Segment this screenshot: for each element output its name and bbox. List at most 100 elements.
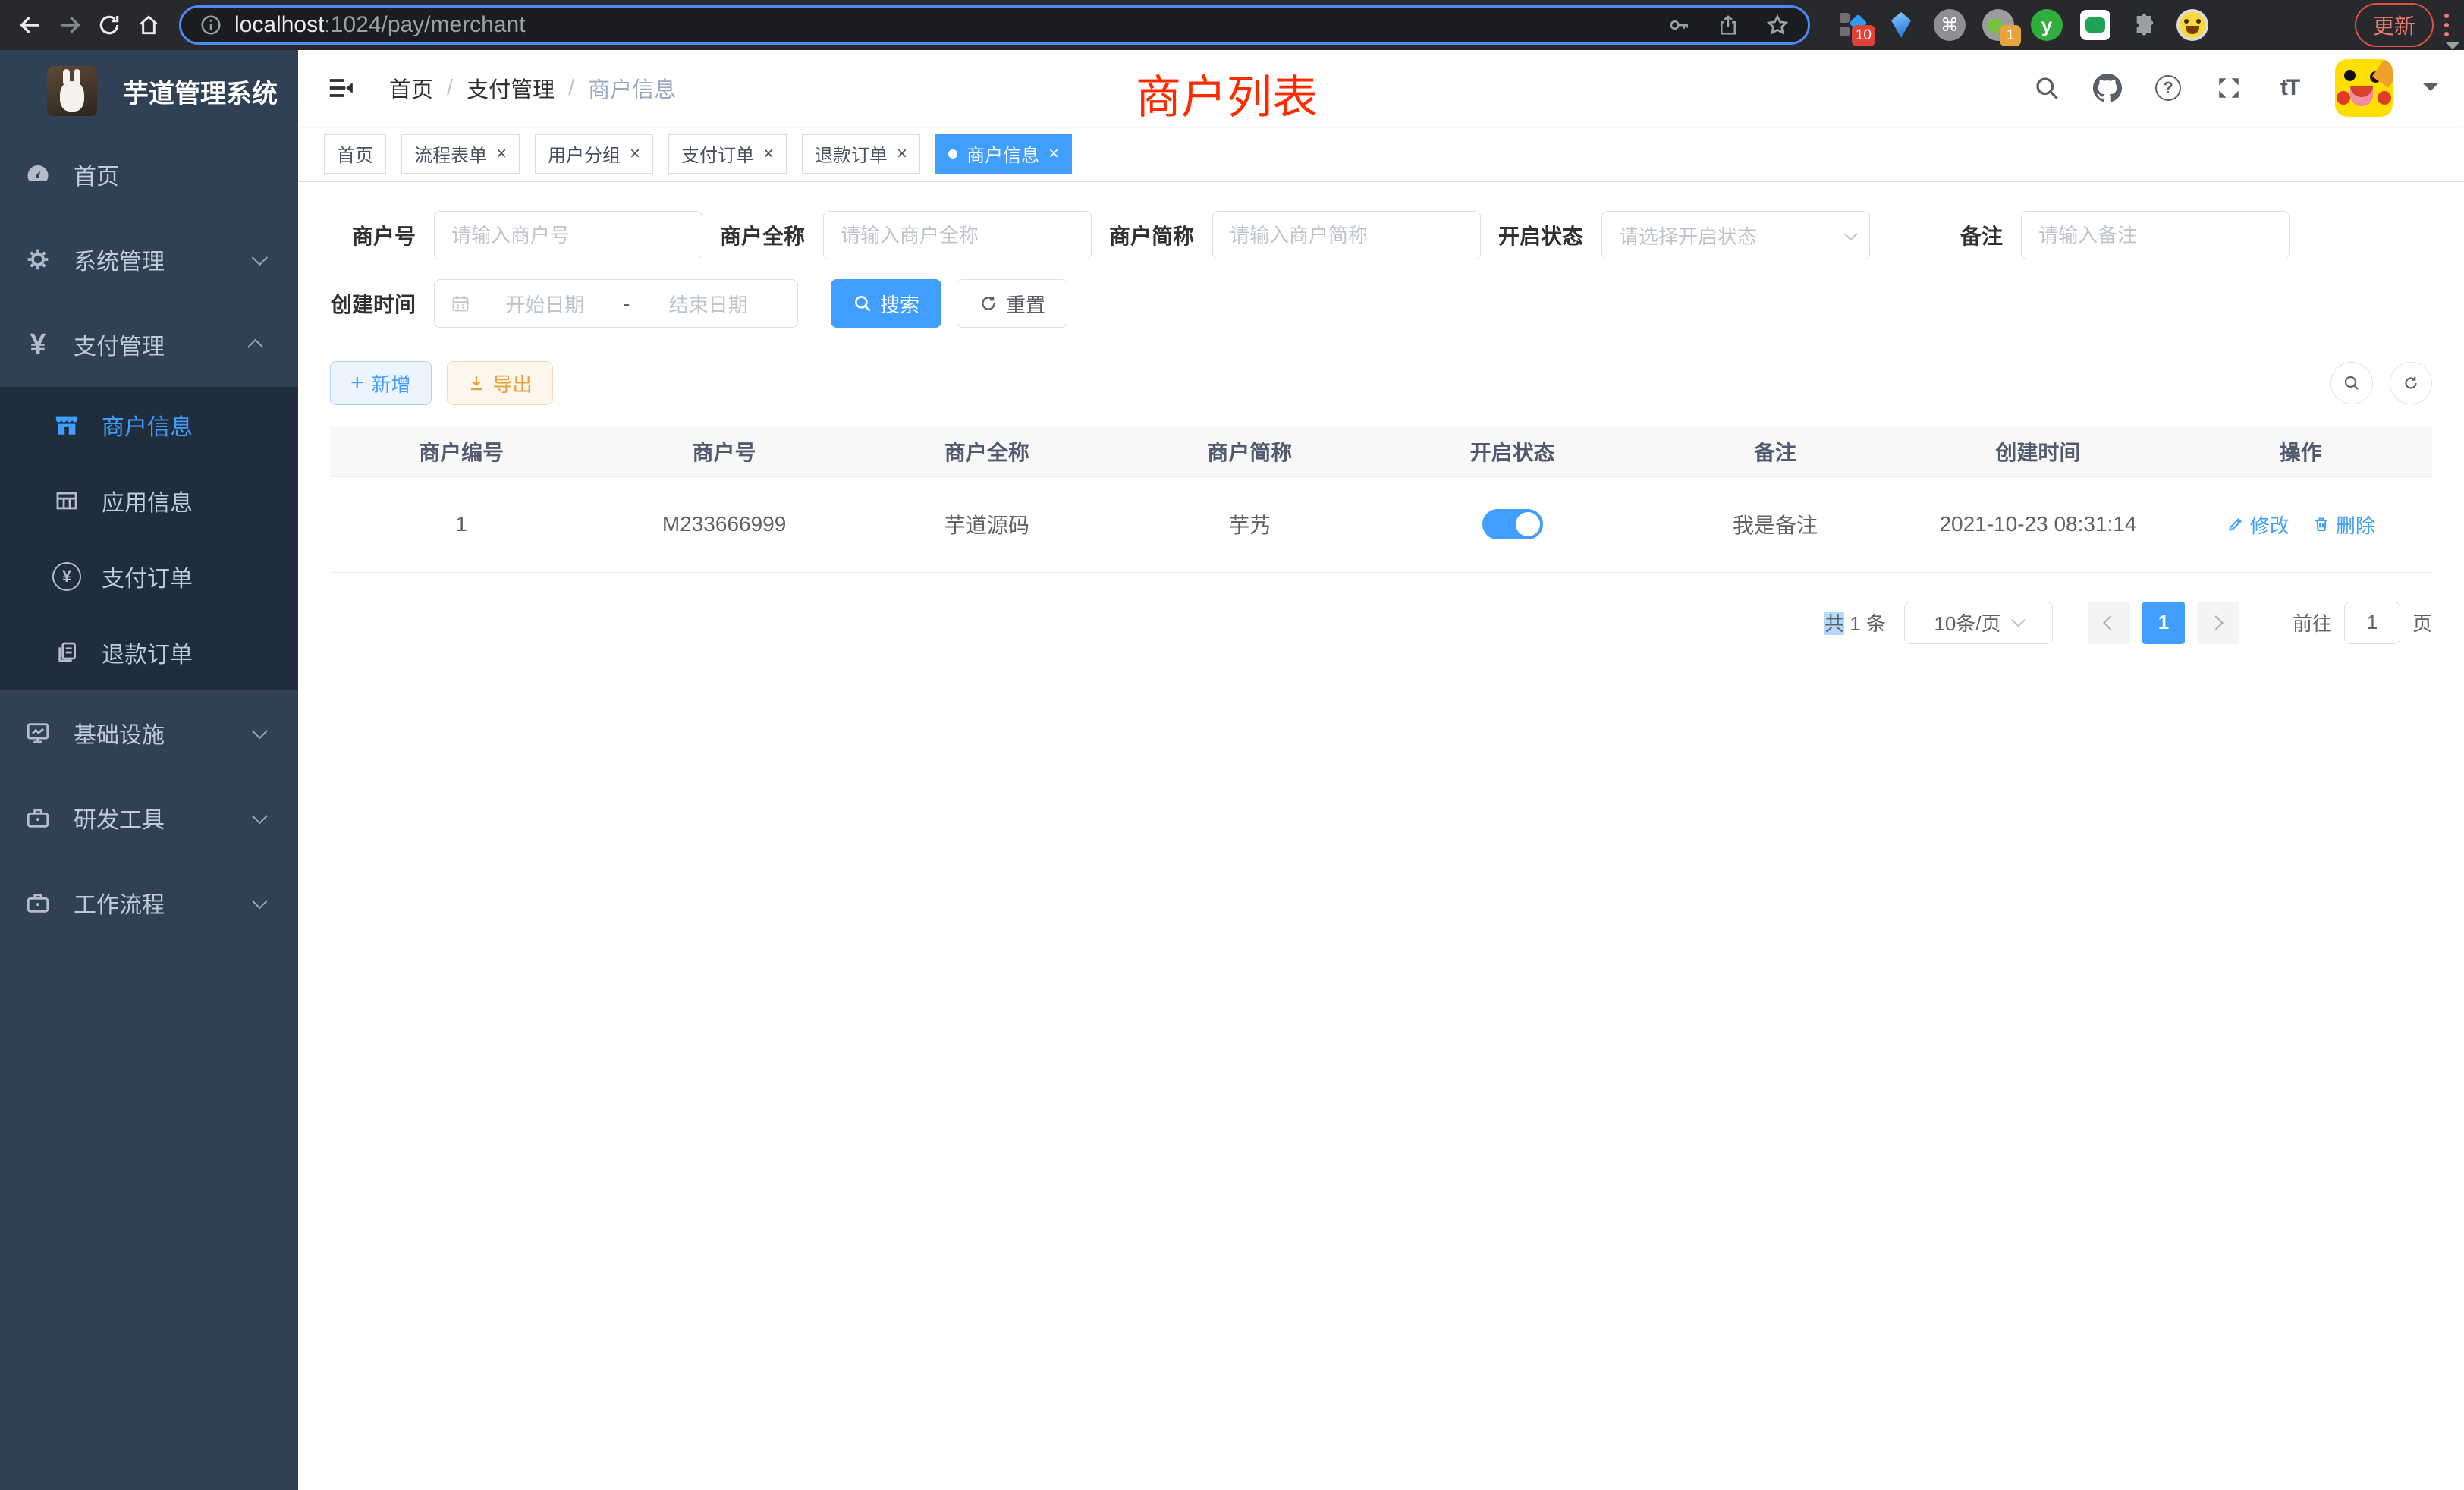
sidebar-logo[interactable]: 芋道管理系统 (0, 50, 298, 132)
extension-emoji-icon[interactable] (2176, 8, 2209, 42)
site-info-icon[interactable] (200, 14, 222, 36)
add-button[interactable]: + 新增 (330, 361, 432, 405)
fullscreen-button[interactable] (2214, 73, 2244, 103)
close-icon[interactable]: × (630, 145, 640, 163)
search-icon (853, 294, 872, 313)
extension-grid-icon[interactable]: 10 (1836, 8, 1869, 42)
prev-page-button[interactable] (2088, 602, 2130, 644)
share-icon[interactable] (1717, 13, 1740, 37)
col-create-time: 创建时间 (1906, 426, 2169, 476)
reset-button[interactable]: 重置 (957, 279, 1067, 328)
col-actions: 操作 (2170, 426, 2432, 476)
close-icon[interactable]: × (763, 145, 774, 163)
bookmark-star-icon[interactable] (1765, 13, 1790, 37)
status-select[interactable]: 请选择开启状态 (1601, 211, 1870, 259)
extension-y-icon[interactable]: y (2030, 8, 2063, 42)
home-icon (137, 13, 161, 37)
sidebar-item-pay-order[interactable]: ¥ 支付订单 (0, 539, 298, 615)
table-header-row: 商户编号 商户号 商户全称 商户简称 开启状态 备注 创建时间 操作 (330, 426, 2432, 476)
edit-pencil-icon (2227, 515, 2245, 533)
extension-badge: 10 (1852, 25, 1875, 46)
sidebar-item-devtools[interactable]: 研发工具 (0, 775, 298, 860)
delete-link[interactable]: 删除 (2312, 511, 2375, 539)
browser-reload-button[interactable] (90, 5, 129, 45)
next-page-button[interactable] (2197, 602, 2239, 644)
page-size-select[interactable]: 10条/页 (1904, 602, 2053, 644)
extension-profile-icon[interactable]: 1 (1982, 8, 2015, 42)
chrome-update-button[interactable]: 更新 (2355, 3, 2434, 47)
create-time-range-picker[interactable]: 开始日期 - 结束日期 (434, 279, 798, 328)
sidebar-item-infra[interactable]: 基础设施 (0, 690, 298, 775)
sidebar-item-system[interactable]: 系统管理 (0, 217, 298, 302)
monitor-chart-icon (23, 718, 53, 748)
chevron-down-icon (252, 723, 268, 739)
chevron-up-icon (247, 338, 263, 354)
tab-merchant-info[interactable]: 商户信息× (935, 134, 1072, 174)
end-date-placeholder[interactable]: 结束日期 (634, 290, 782, 318)
remark-input[interactable] (2021, 211, 2290, 259)
tab-user-group[interactable]: 用户分组× (535, 134, 653, 174)
sidebar-item-refund-order[interactable]: 退款订单 (0, 615, 298, 690)
user-avatar[interactable] (2335, 59, 2393, 117)
browser-home-button[interactable] (129, 5, 168, 45)
close-icon[interactable]: × (897, 145, 907, 163)
export-button[interactable]: 导出 (447, 361, 553, 405)
search-button[interactable]: 搜索 (831, 279, 941, 328)
tab-home[interactable]: 首页 (324, 134, 386, 174)
extension-command-icon[interactable]: ⌘ (1933, 8, 1966, 42)
tab-refund-order[interactable]: 退款订单× (802, 134, 920, 174)
address-bar[interactable]: localhost:1024/pay/merchant (179, 5, 1810, 45)
sidebar-collapse-button[interactable] (324, 71, 357, 105)
short-name-input[interactable] (1212, 211, 1481, 259)
header-search-button[interactable] (2032, 73, 2062, 103)
pagination: 共 1 条 10条/页 1 前往 页 (330, 602, 2432, 644)
close-icon[interactable]: × (496, 145, 507, 163)
briefcase-icon (23, 803, 53, 833)
browser-forward-button[interactable] (50, 5, 90, 45)
briefcase-icon (23, 888, 53, 918)
extension-chat-icon[interactable] (2079, 8, 2112, 42)
merchant-no-input[interactable] (434, 211, 702, 259)
full-name-input[interactable] (823, 211, 1092, 259)
goto-page-input[interactable] (2344, 602, 2400, 644)
chevron-down-icon (2011, 613, 2025, 627)
close-icon[interactable]: × (1048, 145, 1059, 163)
extensions-puzzle-button[interactable] (2127, 8, 2161, 42)
browser-back-button[interactable] (11, 5, 50, 45)
overflow-caret-icon (2446, 42, 2459, 56)
top-navbar: 首页 / 支付管理 / 商户信息 ? tT (298, 50, 2464, 126)
status-toggle[interactable] (1482, 509, 1543, 539)
font-size-button[interactable]: tT (2274, 73, 2305, 103)
puzzle-icon (2132, 13, 2156, 37)
tab-pay-order[interactable]: 支付订单× (668, 134, 787, 174)
refresh-table-button[interactable] (2390, 362, 2432, 404)
reload-icon (97, 13, 121, 37)
sidebar-item-app-info[interactable]: 应用信息 (0, 463, 298, 539)
help-button[interactable]: ? (2153, 73, 2183, 103)
sidebar-item-home[interactable]: 首页 (0, 132, 298, 217)
toggle-search-button[interactable] (2330, 362, 2373, 404)
sidebar-item-label: 研发工具 (74, 801, 165, 835)
sidebar-item-payment[interactable]: ¥ 支付管理 (0, 302, 298, 387)
start-date-placeholder[interactable]: 开始日期 (471, 290, 619, 318)
calendar-icon (450, 293, 471, 314)
refresh-icon (2402, 374, 2420, 392)
page-1-button[interactable]: 1 (2142, 602, 2185, 644)
tags-view-bar: 首页 流程表单× 用户分组× 支付订单× 退款订单× 商户信息× (298, 126, 2464, 182)
tab-flow-form[interactable]: 流程表单× (401, 134, 520, 174)
extension-gem-icon[interactable] (1884, 8, 1918, 42)
cell-remark: 我是备注 (1644, 476, 1906, 572)
sidebar-item-workflow[interactable]: 工作流程 (0, 860, 298, 945)
breadcrumb-payment[interactable]: 支付管理 (467, 72, 555, 104)
chrome-menu-button[interactable] (2444, 14, 2449, 36)
cell-merchant-no: M233666999 (592, 476, 855, 572)
password-key-icon[interactable] (1667, 13, 1691, 37)
edit-link[interactable]: 修改 (2227, 511, 2290, 539)
avatar-dropdown-caret-icon[interactable] (2423, 83, 2438, 99)
breadcrumb-home[interactable]: 首页 (389, 72, 433, 104)
page-content: 商户号 商户全称 商户简称 开启状态 请选择开启状态 (298, 182, 2464, 1490)
cell-status (1381, 476, 1644, 572)
url-text: localhost:1024/pay/merchant (234, 12, 526, 38)
sidebar-item-merchant-info[interactable]: 商户信息 (0, 387, 298, 463)
github-link[interactable] (2092, 73, 2123, 103)
